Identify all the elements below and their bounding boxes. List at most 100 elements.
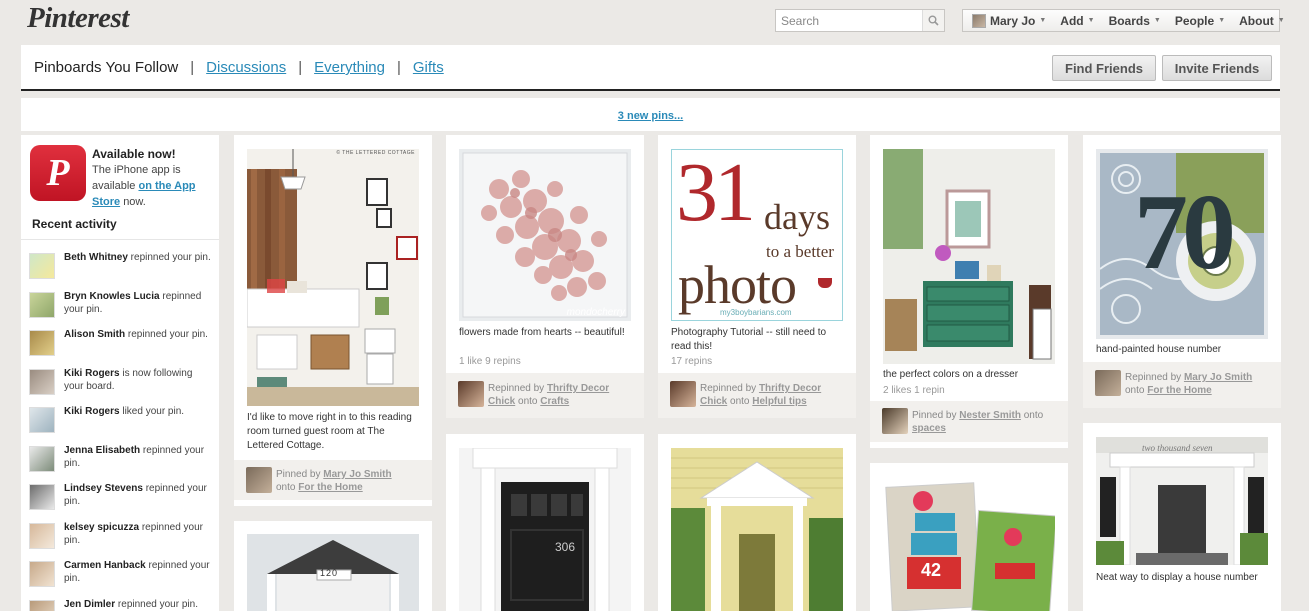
pin-image[interactable]: © THE LETTERED COTTAGE <box>247 149 419 406</box>
pinner-link[interactable]: Mary Jo Smith <box>1184 372 1252 383</box>
activity-thumbnail[interactable] <box>29 253 55 279</box>
activity-item[interactable]: Jenna Elisabeth repinned your pin. <box>29 442 214 478</box>
pin-image-art <box>247 149 419 406</box>
board-link[interactable]: Helpful tips <box>752 396 806 407</box>
pin-image[interactable]: 70 <box>1096 149 1268 339</box>
activity-thumbnail[interactable] <box>29 446 55 472</box>
activity-action: liked your pin. <box>122 406 185 417</box>
activity-user[interactable]: Kiki Rogers <box>64 368 120 379</box>
pin-attribution-text: Pinned by Nester Smith onto spaces <box>912 409 1062 435</box>
nav-user-menu[interactable]: Mary Jo ▼ <box>963 13 1053 28</box>
activity-item[interactable]: Bryn Knowles Lucia repinned your pin. <box>29 288 214 324</box>
activity-text: Bryn Knowles Lucia repinned your pin. <box>64 290 214 316</box>
pin-card: 70 hand-painted house number Repinned by… <box>1083 135 1281 408</box>
activity-text: Jen Dimler repinned your pin. <box>64 598 214 611</box>
new-pins-link[interactable]: 3 new pins... <box>618 110 683 122</box>
nav-boards-label: Boards <box>1108 13 1150 28</box>
pin-image[interactable] <box>883 149 1055 364</box>
activity-item[interactable]: Jen Dimler repinned your pin. <box>29 596 214 611</box>
activity-thumbnail[interactable] <box>29 484 55 510</box>
activity-thumbnail[interactable] <box>29 523 55 549</box>
activity-text: Carmen Hanback repinned your pin. <box>64 559 214 585</box>
board-link[interactable]: For the Home <box>298 482 362 493</box>
activity-item[interactable]: Lindsey Stevens repinned your pin. <box>29 480 214 516</box>
pin-image[interactable]: 120 <box>247 534 419 611</box>
tab-pinboards-you-follow[interactable]: Pinboards You Follow <box>34 59 178 76</box>
activity-user[interactable]: Kiki Rogers <box>64 406 120 417</box>
board-link[interactable]: For the Home <box>1147 385 1211 396</box>
chevron-down-icon: ▼ <box>1218 17 1226 24</box>
board-link[interactable]: Crafts <box>540 396 569 407</box>
graphic-big-number: 31 <box>676 149 756 239</box>
attribution-label: Repinned by <box>1125 372 1182 383</box>
pin-image[interactable]: mondocherry <box>459 149 631 321</box>
activity-item[interactable]: Kiki Rogers is now following your board. <box>29 365 214 401</box>
activity-thumbnail[interactable] <box>29 600 55 611</box>
activity-user[interactable]: Jenna Elisabeth <box>64 445 140 456</box>
attribution-label: Pinned by <box>912 410 957 421</box>
find-friends-button[interactable]: Find Friends <box>1052 55 1156 81</box>
activity-text: Kiki Rogers liked your pin. <box>64 405 214 418</box>
nav-about[interactable]: About ▼ <box>1232 14 1292 28</box>
pin-card: 31 days to a better photo my3boybarians.… <box>658 135 856 418</box>
activity-user[interactable]: Jen Dimler <box>64 599 115 610</box>
pin-image-art <box>883 149 1055 364</box>
search-button[interactable] <box>922 10 944 31</box>
house-number: 120 <box>320 568 339 578</box>
pin-image[interactable]: 31 days to a better photo my3boybarians.… <box>671 149 843 321</box>
activity-item[interactable]: kelsey spicuzza repinned your pin. <box>29 519 214 555</box>
pin-image[interactable]: two thousand seven <box>1096 437 1268 565</box>
graphic-word-photo: photo <box>678 255 797 315</box>
activity-user[interactable]: Lindsey Stevens <box>64 483 143 494</box>
sub-nav: Pinboards You Follow | Discussions | Eve… <box>21 45 1280 91</box>
activity-user[interactable]: Carmen Hanback <box>64 560 146 571</box>
activity-user[interactable]: kelsey spicuzza <box>64 522 139 533</box>
pinner-avatar[interactable] <box>670 381 696 407</box>
activity-thumbnail[interactable] <box>29 369 55 395</box>
search-input[interactable] <box>776 10 922 31</box>
pin-attribution: Repinned by Thrifty Decor Chick onto Cra… <box>446 373 644 418</box>
activity-thumbnail[interactable] <box>29 292 55 318</box>
pin-card: 306 <box>446 434 644 611</box>
pinner-link[interactable]: Nester Smith <box>959 410 1021 421</box>
activity-item[interactable]: Beth Whitney repinned your pin. <box>29 249 214 285</box>
pinner-avatar[interactable] <box>246 467 272 493</box>
pin-description: Neat way to display a house number <box>1096 572 1258 583</box>
nav-boards[interactable]: Boards ▼ <box>1102 14 1168 28</box>
pinterest-logo[interactable]: Pinterest <box>27 2 129 35</box>
activity-thumbnail[interactable] <box>29 330 55 356</box>
activity-user[interactable]: Beth Whitney <box>64 252 128 263</box>
nav-add[interactable]: Add ▼ <box>1053 14 1101 28</box>
board-link[interactable]: spaces <box>912 423 946 434</box>
pin-image[interactable] <box>671 448 843 611</box>
pin-attribution: Repinned by Thrifty Decor Chick onto Hel… <box>658 373 856 418</box>
pinterest-app-icon[interactable]: P <box>30 145 86 201</box>
activity-item[interactable]: Kiki Rogers liked your pin. <box>29 403 214 439</box>
pinner-avatar[interactable] <box>1095 370 1121 396</box>
activity-user[interactable]: Alison Smith <box>64 329 125 340</box>
pinner-link[interactable]: Mary Jo Smith <box>323 469 391 480</box>
invite-friends-button[interactable]: Invite Friends <box>1162 55 1272 81</box>
nav-people[interactable]: People ▼ <box>1168 14 1232 28</box>
pinner-avatar[interactable] <box>882 408 908 434</box>
activity-action: repinned your pin. <box>117 599 198 610</box>
pin-card: the perfect colors on a dresser 2 likes … <box>870 135 1068 448</box>
pinner-avatar[interactable] <box>458 381 484 407</box>
app-promo-body-end: now. <box>123 196 146 208</box>
attribution-label: Pinned by <box>276 469 321 480</box>
activity-item[interactable]: Carmen Hanback repinned your pin. <box>29 557 214 593</box>
pot-number: 42 <box>921 560 942 580</box>
tab-everything[interactable]: Everything <box>314 59 385 76</box>
pin-watermark: mondocherry <box>566 307 625 318</box>
tab-gifts[interactable]: Gifts <box>413 59 444 76</box>
activity-thumbnail[interactable] <box>29 561 55 587</box>
activity-text: Lindsey Stevens repinned your pin. <box>64 482 214 508</box>
pin-image[interactable]: 42 <box>883 477 1055 611</box>
pin-image[interactable]: 306 <box>459 448 631 611</box>
activity-thumbnail[interactable] <box>29 407 55 433</box>
activity-user[interactable]: Bryn Knowles Lucia <box>64 291 160 302</box>
pin-image-art <box>459 448 631 611</box>
activity-item[interactable]: Alison Smith repinned your pin. <box>29 326 214 362</box>
pin-description: hand-painted house number <box>1096 344 1222 355</box>
tab-discussions[interactable]: Discussions <box>206 59 286 76</box>
